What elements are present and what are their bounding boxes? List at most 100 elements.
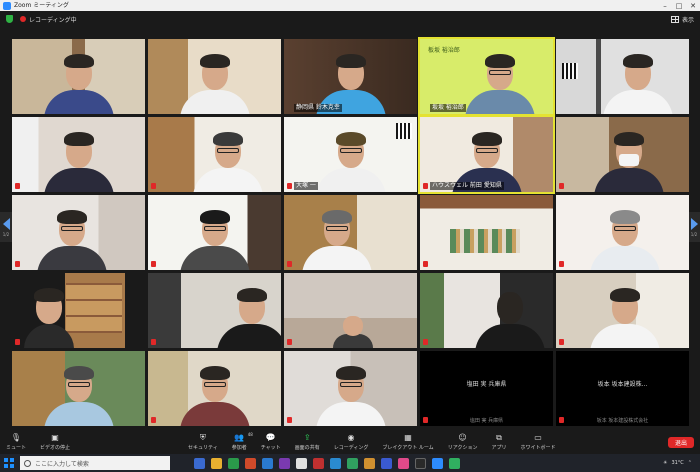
apps-label: アプリ	[491, 445, 507, 451]
shield-icon: ⛨	[199, 432, 206, 442]
page-indicator-left: 1/2	[2, 231, 10, 237]
record-button[interactable]: ◉ レコーディング	[334, 430, 369, 454]
chrome-icon[interactable]	[228, 457, 239, 469]
gallery-grid-icon	[670, 15, 679, 23]
chat-button[interactable]: 💬 チャット	[261, 430, 281, 454]
weather-temp[interactable]: 31°C	[671, 460, 683, 466]
video-tile[interactable]	[284, 273, 417, 348]
video-tile[interactable]	[12, 351, 145, 426]
view-button[interactable]: 表示	[670, 15, 694, 24]
stop-video-button[interactable]: ▣ ビデオの停止	[40, 430, 70, 454]
video-tile[interactable]	[556, 117, 689, 192]
video-tile[interactable]	[148, 273, 281, 348]
participants-button[interactable]: 👥 48 参加者	[232, 430, 253, 454]
app-icon[interactable]	[398, 457, 409, 469]
mute-label: ミュート	[6, 445, 27, 451]
participant-video	[192, 130, 263, 192]
search-placeholder: ここに入力して検索	[35, 460, 89, 468]
window-title: Zoom ミーティング	[14, 2, 69, 9]
minimize-icon[interactable]: –	[658, 0, 672, 11]
participant-name: 大塚 一	[294, 182, 318, 190]
participant-name: 坂坂 裕治郎	[430, 104, 466, 112]
mic-muted-icon	[559, 261, 564, 267]
zoom-logo-icon	[3, 1, 11, 10]
app-icon[interactable]	[415, 457, 426, 469]
chat-bubble-icon: 💬	[265, 433, 276, 442]
video-tile[interactable]	[148, 351, 281, 426]
stop-video-label: ビデオの停止	[40, 445, 71, 451]
video-tile[interactable]	[12, 195, 145, 270]
participant-video	[315, 364, 386, 426]
pinned-apps	[194, 457, 460, 469]
previous-page-button[interactable]: 1/2	[0, 212, 12, 242]
app-icon[interactable]	[262, 457, 273, 469]
line-app-icon[interactable]	[449, 457, 460, 469]
security-button[interactable]: ⛨ セキュリティ	[188, 430, 218, 454]
breakout-rooms-button[interactable]: ▦ ブレイクアウト ルーム	[382, 430, 433, 454]
maximize-icon[interactable]: □	[672, 0, 686, 11]
participant-video	[603, 52, 674, 114]
video-tile[interactable]	[420, 195, 553, 270]
whiteboard-button[interactable]: ▭ ホワイトボード	[520, 430, 555, 454]
mic-muted-icon	[151, 261, 156, 267]
windows-start-icon[interactable]	[4, 458, 14, 468]
video-tile[interactable]	[12, 273, 145, 348]
video-tile[interactable]	[284, 195, 417, 270]
reactions-button[interactable]: ☺ リアクション	[448, 430, 478, 454]
video-tile-camera-off[interactable]: 塩田 実 兵庫県 塩田 実 兵庫県	[420, 351, 553, 426]
weather-icon: ☀	[662, 460, 668, 466]
banner-text: 板坂 裕治郎	[428, 47, 460, 54]
record-label: レコーディング	[333, 445, 369, 451]
mic-muted-icon	[287, 183, 292, 189]
security-shield-icon[interactable]	[6, 15, 13, 23]
file-explorer-icon[interactable]	[211, 457, 222, 469]
app-icon[interactable]	[381, 457, 392, 469]
participant-video	[475, 286, 546, 348]
video-tile[interactable]	[148, 117, 281, 192]
participant-video	[179, 364, 250, 426]
participant-video	[43, 130, 114, 192]
video-tile[interactable]	[12, 117, 145, 192]
video-tile[interactable]	[148, 39, 281, 114]
video-tile-camera-off[interactable]: 坂本 坂本建設株... 坂本 坂本建設株式会社	[556, 351, 689, 426]
app-icon[interactable]	[347, 457, 358, 469]
participant-name: ハウスウェル 前田 愛知県	[430, 182, 504, 190]
video-tile[interactable]	[148, 195, 281, 270]
tray-chevron-icon[interactable]: ⌃	[688, 460, 692, 466]
apps-button[interactable]: ⧉ アプリ	[491, 430, 506, 454]
apps-icon: ⧉	[496, 432, 502, 442]
participant-video	[590, 208, 661, 270]
video-tile[interactable]: 静岡県 鈴木克幸	[284, 39, 417, 114]
video-tile[interactable]	[556, 195, 689, 270]
taskview-icon[interactable]	[194, 457, 205, 469]
taskbar-search-input[interactable]: ここに入力して検索	[20, 456, 170, 470]
share-screen-label: 画面の共有	[294, 445, 320, 451]
app-icon[interactable]	[313, 457, 324, 469]
app-icon[interactable]	[245, 457, 256, 469]
app-icon[interactable]	[296, 457, 307, 469]
share-screen-button[interactable]: ⇪ 画面の共有	[295, 430, 320, 454]
mic-muted-icon	[151, 339, 156, 345]
reactions-label: リアクション	[447, 445, 478, 451]
video-tile-active-speaker[interactable]: 板坂 裕治郎 坂坂 裕治郎	[418, 37, 555, 116]
close-icon[interactable]: ✕	[686, 0, 700, 11]
mic-muted-icon	[15, 261, 20, 267]
participant-center-name: 塩田 実 兵庫県	[466, 381, 507, 388]
mic-muted-icon	[151, 417, 156, 423]
zoom-app-icon[interactable]	[432, 457, 443, 469]
video-tile[interactable]	[556, 273, 689, 348]
recording-label[interactable]: レコーディング中	[29, 15, 77, 24]
video-tile[interactable]: 大塚 一	[284, 117, 417, 192]
video-tile[interactable]	[556, 39, 689, 114]
leave-button[interactable]: 退出	[668, 437, 694, 448]
video-gallery: 静岡県 鈴木克幸 板坂 裕治郎 坂坂 裕治郎 大塚 一 ハウスウェル 前田 愛知…	[12, 37, 692, 426]
video-tile[interactable]	[12, 39, 145, 114]
video-tile[interactable]: ハウスウェル 前田 愛知県	[418, 115, 555, 194]
app-icon[interactable]	[330, 457, 341, 469]
video-tile[interactable]	[284, 351, 417, 426]
app-icon[interactable]	[279, 457, 290, 469]
video-tile[interactable]	[420, 273, 553, 348]
mute-button[interactable]: 🎙 ミュート	[6, 430, 26, 454]
participant-video	[179, 52, 250, 114]
app-icon[interactable]	[364, 457, 375, 469]
